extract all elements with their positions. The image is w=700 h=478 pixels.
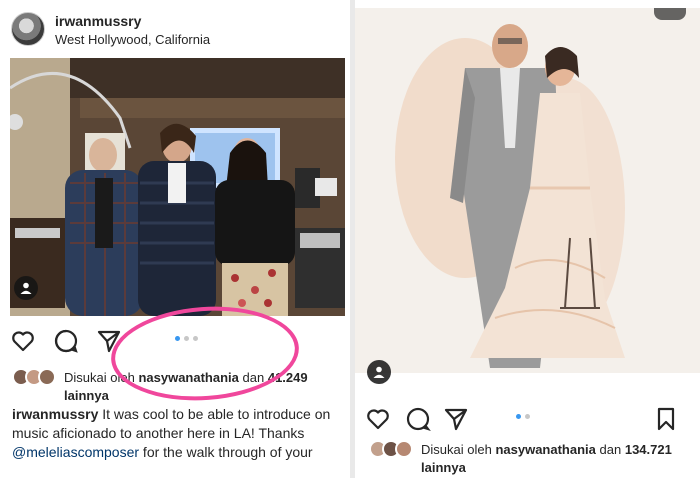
caption-username[interactable]: irwanmussry bbox=[12, 406, 98, 422]
post-photo[interactable] bbox=[10, 58, 345, 316]
user-tag-icon bbox=[373, 366, 385, 378]
liker-avatar bbox=[38, 368, 56, 386]
carousel-dot bbox=[525, 414, 530, 419]
carousel-counter bbox=[654, 8, 686, 20]
likes-row[interactable]: Disukai oleh nasywanathania dan 134.721 … bbox=[369, 440, 699, 478]
heart-icon[interactable] bbox=[365, 406, 391, 432]
carousel-dot-active bbox=[516, 414, 521, 419]
painting-illustration bbox=[355, 8, 700, 373]
caption-mention[interactable]: @meleliascomposer bbox=[12, 444, 139, 460]
comment-icon[interactable] bbox=[53, 328, 79, 354]
avatar[interactable] bbox=[11, 12, 45, 46]
caption-line: It was cool to be able to introduce on bbox=[98, 406, 331, 422]
heart-icon[interactable] bbox=[10, 328, 36, 354]
post-caption: irwanmussry It was cool to be able to in… bbox=[12, 405, 350, 462]
post-photo[interactable] bbox=[355, 8, 700, 373]
user-tag-button[interactable] bbox=[367, 360, 391, 384]
likes-text: Disukai oleh nasywanathania dan 134.721 … bbox=[421, 441, 700, 477]
username[interactable]: irwanmussry bbox=[55, 13, 141, 29]
photo-illustration bbox=[10, 58, 345, 316]
likes-suffix[interactable]: lainnya bbox=[421, 460, 466, 475]
right-post: Disukai oleh nasywanathania dan 134.721 … bbox=[355, 0, 700, 478]
likes-prefix: Disukai oleh bbox=[421, 442, 492, 457]
likes-count[interactable]: 134.721 bbox=[625, 442, 672, 457]
left-post: irwanmussry West Hollywood, California D… bbox=[0, 0, 350, 478]
location[interactable]: West Hollywood, California bbox=[55, 32, 210, 47]
share-icon[interactable] bbox=[443, 406, 469, 432]
likes-mid: dan bbox=[599, 442, 622, 457]
post-header: irwanmussry West Hollywood, California bbox=[0, 0, 350, 56]
user-tag-icon bbox=[20, 282, 32, 294]
carousel-indicator bbox=[516, 414, 536, 422]
caption-line: for the walk through of your bbox=[139, 444, 313, 460]
liker-avatar bbox=[395, 440, 413, 458]
liker-username[interactable]: nasywanathania bbox=[495, 442, 595, 457]
comment-icon[interactable] bbox=[405, 406, 431, 432]
likes-suffix[interactable]: lainnya bbox=[64, 388, 109, 403]
user-tag-button[interactable] bbox=[14, 276, 38, 300]
bookmark-icon[interactable] bbox=[653, 406, 679, 432]
caption-line: music aficionado to another here in LA! … bbox=[12, 425, 305, 441]
